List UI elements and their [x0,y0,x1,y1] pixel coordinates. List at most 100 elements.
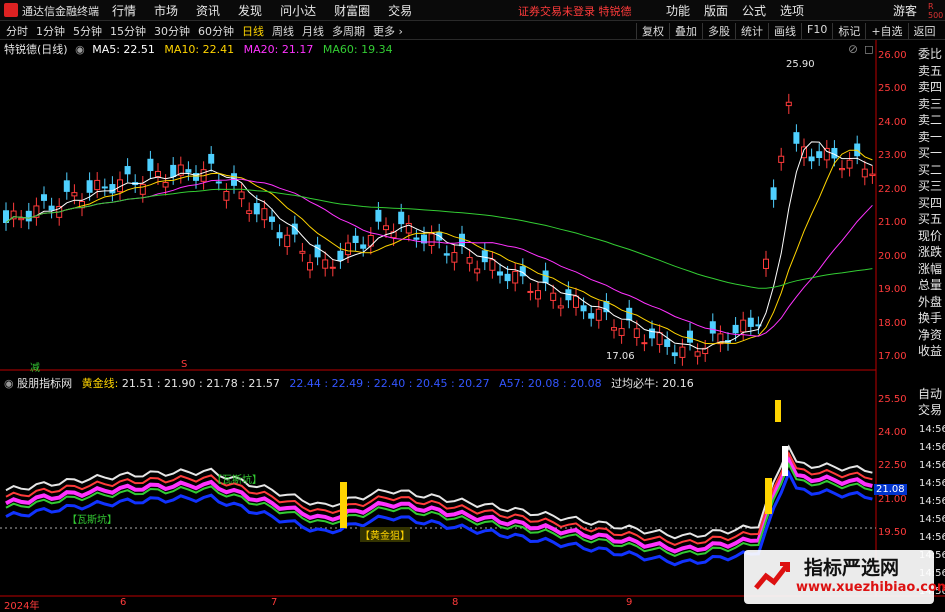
side-item[interactable]: 总量 [918,277,945,294]
candle-body [398,211,405,225]
side-item[interactable]: 收益 [918,343,945,360]
indicator-tick: 21.00 [878,494,907,505]
ma20-line [5,178,873,337]
side-item[interactable]: 买四 [918,195,945,212]
candle-body [284,234,291,248]
watermark-title: 指标严选网 [804,557,900,579]
x-axis-label: 8 [452,597,459,608]
indicator-tick: 24.00 [878,427,907,438]
candle-body [360,244,367,249]
candle-body [633,328,640,338]
candle-body [527,290,534,293]
time-label: 14:56 [919,478,945,489]
candle-body [299,250,306,254]
indicator-name: 股朋指标网 [17,377,73,390]
candle-body [276,232,283,239]
candle-body [580,305,587,312]
gold-line [5,455,873,554]
price-tick: 24.00 [878,117,907,128]
price-tick: 23.00 [878,150,907,161]
candle-body [846,159,853,169]
side-item[interactable]: 换手 [918,310,945,327]
side-item[interactable]: 买五 [918,211,945,228]
price-tick: 20.00 [878,251,907,262]
candle-body [687,330,693,343]
candle-body [497,271,503,276]
watermark-logo-icon [754,562,790,590]
side-item[interactable]: 委比 [918,46,945,63]
side-item[interactable]: 买一 [918,145,945,162]
low-price-mark: 17.06 [606,351,635,362]
red-band [5,450,873,546]
reduce-signal: 减 [30,363,40,374]
candle-body [162,182,169,188]
time-label: 14:56 [919,442,945,453]
candle-body [489,259,496,271]
candle-body [611,327,617,331]
side-item[interactable]: 净资 [918,327,945,344]
side-item[interactable]: 涨跌 [918,244,945,261]
watermark-url: www.xuezhibiao.com [796,580,945,595]
candle-body [238,191,245,200]
candle-body [337,250,344,261]
signal-bar [765,478,772,514]
side-item[interactable]: 卖五 [918,63,945,80]
kline-chart[interactable] [0,0,945,609]
candle-body [542,270,549,284]
candle-body [474,268,481,274]
gas-pit-tag-1: 【瓦斯坑】 [212,475,262,486]
side-item[interactable]: 卖四 [918,79,945,96]
indicator-dot-icon[interactable]: ◉ [4,377,14,390]
gas-pit-tag-2: 【瓦斯坑】 [67,515,117,526]
candle-body [504,273,511,282]
time-label: 14:56 [919,424,945,435]
candle-body [694,351,701,357]
candle-body [329,266,336,269]
candle-body [383,225,389,231]
side-item[interactable]: 现价 [918,228,945,245]
price-tick: 17.00 [878,351,907,362]
watermark: 指标严选网 www.xuezhibiao.com [744,550,945,604]
indicator-values-2: 22.44 : 22.49 : 22.40 : 20.45 : 20.27 [289,377,490,390]
current-value-badge: 21.08 [874,484,907,495]
side-item[interactable]: 自动 [918,386,945,402]
tail-label: 过均必牛: 20.16 [611,377,694,390]
side-item[interactable]: 卖一 [918,129,945,146]
candle-body [709,321,716,334]
side-item[interactable]: 涨幅 [918,261,945,278]
candle-body [451,252,458,263]
time-label: 14:56 [919,460,945,471]
signal-bar [782,446,788,476]
candle-body [573,295,579,308]
side-item[interactable]: 交易 [918,402,945,418]
candle-body [649,328,655,339]
candle-body [18,217,25,221]
candle-body [443,253,450,256]
candle-body [223,190,230,201]
candle-body [763,258,769,269]
side-item[interactable]: 卖二 [918,112,945,129]
candle-body [261,208,268,221]
price-tick: 22.00 [878,184,907,195]
sell-signal: S [181,359,188,370]
candle-body [86,180,93,193]
candle-body [732,324,739,334]
side-item[interactable]: 外盘 [918,294,945,311]
candle-body [808,156,815,162]
candle-body [595,308,602,321]
candle-body [109,184,116,194]
signal-bar [775,400,781,422]
indicator-legend: ◉ 股朋指标网 黄金线: 21.51 : 21.90 : 21.78 : 21.… [4,375,694,391]
candle-body [785,101,792,107]
candle-body [770,187,777,200]
candle-body [307,262,313,271]
x-axis-label: 2024年 [4,601,40,612]
candle-body [208,153,215,164]
candle-body [155,170,161,178]
candle-body [101,186,108,189]
side-item[interactable]: 买二 [918,162,945,179]
x-axis-label: 9 [626,597,633,608]
side-item[interactable]: 买三 [918,178,945,195]
candle-body [25,210,32,222]
side-item[interactable]: 卖三 [918,96,945,113]
